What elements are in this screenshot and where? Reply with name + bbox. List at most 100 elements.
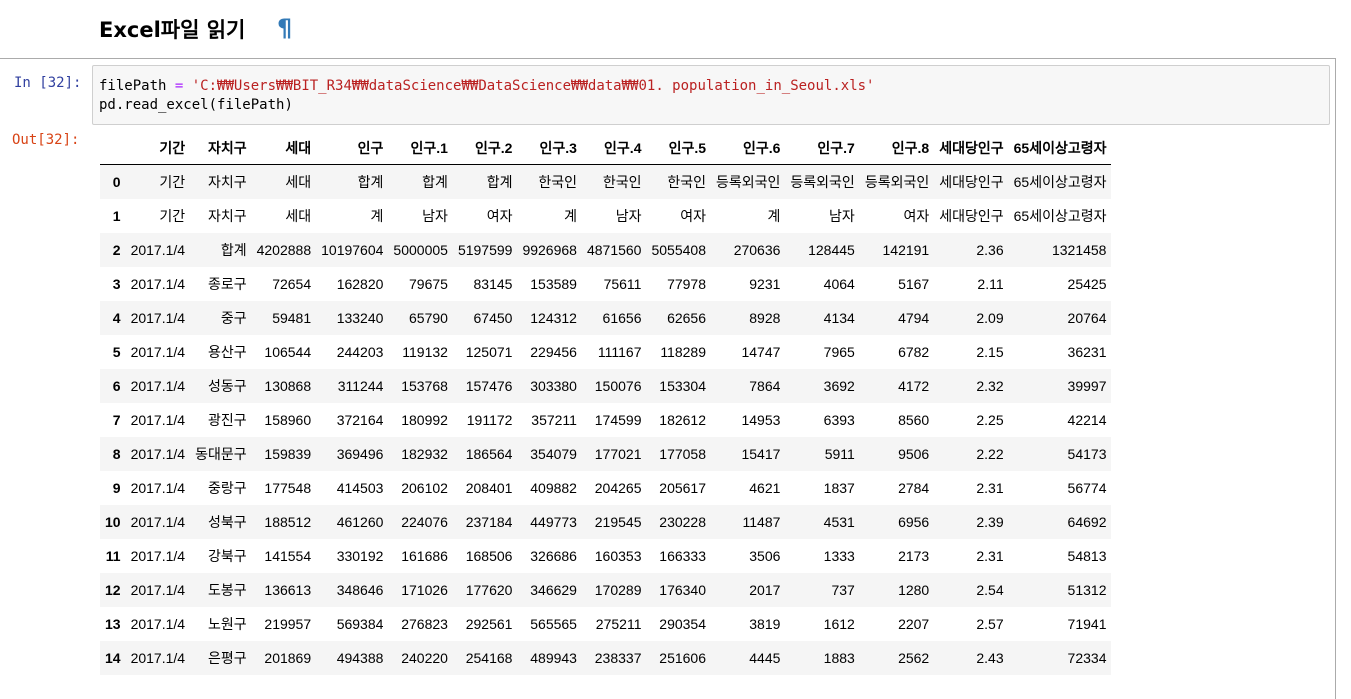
table-cell: 세대 <box>285 208 312 224</box>
header-row: 기간 자치구 세대 인구 인구.1 인구.2 인구.3 인구.4 인구.5 인구.6 인구.7 인구.… <box>100 132 1112 165</box>
table-cell: 2.31 <box>976 480 1004 496</box>
table-cell: 180992 <box>401 412 448 428</box>
table-cell: 133240 <box>336 310 384 326</box>
table-cell: 270636 <box>733 242 781 258</box>
table-cell: 177021 <box>594 446 642 462</box>
table-cell: 세대 <box>285 174 312 190</box>
table-row: 9 2017.1/4 중랑구 177548 414503 206102 208401 4098… <box>100 471 1112 505</box>
table-cell: 2017.1/4 <box>130 344 186 360</box>
column-header: 기간 <box>125 132 191 165</box>
table-cell: 은평구 <box>207 650 247 666</box>
table-cell: 186564 <box>465 446 513 462</box>
table-cell: 219957 <box>264 616 312 632</box>
table-cell: 130868 <box>264 378 312 394</box>
table-cell: 중랑구 <box>207 480 247 496</box>
table-cell: 2.32 <box>976 378 1004 394</box>
column-header: 65세이상고령자 <box>1008 132 1112 165</box>
column-header: 인구.5 <box>646 132 711 165</box>
table-row: 10 2017.1/4 성북구 188512 461260 224076 237184 449… <box>100 505 1112 539</box>
row-index: 3 <box>112 276 121 292</box>
table-cell: 1280 <box>898 582 930 598</box>
table-cell: 4621 <box>749 480 781 496</box>
table-cell: 2017.1/4 <box>130 582 186 598</box>
row-index: 6 <box>112 378 121 394</box>
table-cell: 290354 <box>659 616 706 632</box>
table-cell: 2.15 <box>976 344 1004 360</box>
table-cell: 9231 <box>749 276 781 292</box>
table-cell: 3692 <box>823 378 855 394</box>
table-cell: 2017.1/4 <box>130 310 186 326</box>
row-index: 0 <box>112 174 121 190</box>
table-row: 4 2017.1/4 중구 59481 133240 65790 67450 124312 61… <box>100 301 1112 335</box>
table-cell: 한국인 <box>667 174 706 190</box>
table-cell: 여자 <box>486 208 513 224</box>
table-cell: 4445 <box>749 650 781 666</box>
table-cell: 72334 <box>1067 650 1107 666</box>
table-cell: 2173 <box>898 548 930 564</box>
table-cell: 2.31 <box>976 548 1004 564</box>
row-index: 12 <box>105 582 121 598</box>
table-cell: 244203 <box>336 344 384 360</box>
table-cell: 합계 <box>422 174 448 190</box>
index-header <box>100 132 126 165</box>
table-cell: 159839 <box>264 446 312 462</box>
table-cell: 128445 <box>808 242 855 258</box>
table-cell: 1837 <box>823 480 855 496</box>
table-cell: 세대당인구 <box>939 174 1004 190</box>
anchor-link-icon[interactable]: ¶ <box>277 14 292 42</box>
table-cell: 64692 <box>1067 514 1107 530</box>
table-cell: 2.57 <box>976 616 1004 632</box>
table-cell: 강북구 <box>207 548 247 564</box>
table-cell: 9926968 <box>522 242 577 258</box>
table-cell: 4172 <box>898 378 930 394</box>
code-line-2: pd.read_excel(filePath) <box>99 95 293 115</box>
table-cell: 153768 <box>401 378 448 394</box>
table-cell: 중구 <box>220 310 247 326</box>
table-row: 7 2017.1/4 광진구 158960 372164 180992 191172 3572… <box>100 403 1112 437</box>
table-cell: 등록외국인 <box>716 174 781 190</box>
row-index: 4 <box>112 310 121 326</box>
table-cell: 종로구 <box>207 276 247 292</box>
table-cell: 153589 <box>530 276 577 292</box>
table-cell: 348646 <box>336 582 384 598</box>
table-row: 3 2017.1/4 종로구 72654 162820 79675 83145 153589 7… <box>100 267 1112 301</box>
table-cell: 6956 <box>898 514 930 530</box>
table-cell: 2017 <box>749 582 781 598</box>
table-cell: 1883 <box>823 650 855 666</box>
column-header: 세대 <box>251 132 317 165</box>
table-cell: 남자 <box>829 208 855 224</box>
table-row: 1 기간 자치구 세대 계 남자 여자 계 남자 여자 계 남자 여자 세대당인구 65세이상고령자 <box>100 199 1112 233</box>
table-cell: 7965 <box>823 344 855 360</box>
column-header: 인구.3 <box>517 132 582 165</box>
table-cell: 2207 <box>898 616 930 632</box>
row-index: 14 <box>105 650 121 666</box>
table-cell: 14747 <box>741 344 781 360</box>
table-cell: 494388 <box>336 650 384 666</box>
table-cell: 737 <box>831 582 855 598</box>
table-cell: 62656 <box>667 310 706 326</box>
table-cell: 59481 <box>272 310 312 326</box>
table-cell: 204265 <box>594 480 642 496</box>
table-cell: 합계 <box>220 242 247 258</box>
code-string-literal: 'C:₩₩Users₩₩BIT_R34₩₩dataScience₩₩DataSc… <box>191 78 875 94</box>
table-cell: 39997 <box>1067 378 1107 394</box>
table-cell: 기간 <box>159 174 186 190</box>
row-index: 11 <box>105 548 121 564</box>
table-cell: 106544 <box>264 344 312 360</box>
table-cell: 461260 <box>336 514 384 530</box>
table-cell: 118289 <box>660 344 706 360</box>
table-cell: 4064 <box>823 276 855 292</box>
table-cell: 2784 <box>898 480 930 496</box>
markdown-cell[interactable]: Excel파일 읽기 ¶ <box>0 0 1351 58</box>
row-index: 2 <box>112 242 121 258</box>
table-cell: 72654 <box>272 276 312 292</box>
table-cell: 51312 <box>1067 582 1107 598</box>
code-editor[interactable]: filePath = 'C:₩₩Users₩₩BIT_R34₩₩dataScie… <box>92 65 1330 125</box>
table-cell: 449773 <box>530 514 577 530</box>
table-cell: 7864 <box>749 378 781 394</box>
table-cell: 162820 <box>336 276 384 292</box>
table-cell: 자치구 <box>207 208 247 224</box>
table-cell: 161686 <box>401 548 448 564</box>
table-cell: 330192 <box>336 548 384 564</box>
table-cell: 광진구 <box>207 412 247 428</box>
